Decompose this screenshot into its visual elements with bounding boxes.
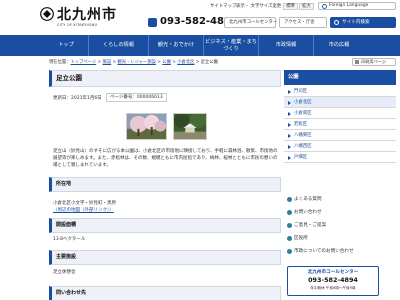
sidebar-item-label[interactable]: 八幡東区 xyxy=(294,133,312,138)
faq-icon xyxy=(287,197,292,202)
question-icon xyxy=(287,249,292,254)
arrow-right-icon xyxy=(288,134,291,138)
nav-city-info[interactable]: 市政情報 xyxy=(259,35,314,56)
area-text: 13.8ヘクタール xyxy=(53,237,86,242)
page-title: 足立公園 xyxy=(49,70,281,87)
updated-date: 更新日：2021年1月6日 xyxy=(53,96,102,101)
print-label: 印刷用ページ xyxy=(361,59,387,64)
arrow-right-icon xyxy=(288,90,291,94)
callcenter-title: 北九州市コールセンター xyxy=(307,270,359,275)
site-logo[interactable]: 北九州市 CITY OF KITAKYUSHU xyxy=(40,3,120,31)
sidebar-item-yahatahigashi[interactable]: 八幡東区 xyxy=(284,130,396,141)
font-size-label: 表示・ 文字サイズ変更 xyxy=(236,4,282,9)
logo-title: 北九州市 xyxy=(57,7,117,23)
breadcrumb-current: 足立公園 xyxy=(200,60,218,65)
park-description: 足立山（妙見山）のすそに広がる本公園は、小倉北区の市街地に隣接しており、手軽に森… xyxy=(53,149,278,169)
section-heading-area: 開設面積 xyxy=(49,218,281,233)
feedback-link[interactable]: ご意見・ご提案 xyxy=(284,220,396,232)
arrow-right-icon xyxy=(288,123,291,127)
breadcrumb-prefix: 現在位置： xyxy=(49,60,71,65)
mail-icon xyxy=(287,210,292,215)
city-emblem-icon xyxy=(40,7,54,21)
sitemap-link[interactable]: サイトマップ xyxy=(210,3,236,10)
inquiry-link[interactable]: お問い合わせ xyxy=(284,207,396,219)
nav-pr[interactable]: 市の広報 xyxy=(314,35,364,56)
nav-living[interactable]: くらしの情報 xyxy=(89,35,149,56)
breadcrumb-item[interactable]: 小倉北区 xyxy=(177,60,194,65)
map-link[interactable]: （周辺の地図（外部リンク）） xyxy=(53,207,114,213)
sidebar-item-tobata[interactable]: 戸畑区 xyxy=(284,152,396,163)
search-icon xyxy=(334,20,339,25)
sidebar-item-label[interactable]: 若松区 xyxy=(294,122,307,127)
arrow-right-icon xyxy=(288,112,291,116)
faq-link[interactable]: よくある質問 xyxy=(284,194,396,206)
foreign-language-label: Foreign Language xyxy=(329,3,369,8)
sidebar: 公園 門司区 小倉北区 小倉南区 若松区 八幡東区 八幡西区 戸畑区 よくある質… xyxy=(284,70,396,300)
print-button[interactable]: 印刷用ページ xyxy=(352,58,396,66)
section-heading-location: 所在地 xyxy=(49,177,281,192)
sidebar-item-label[interactable]: 小倉北区 xyxy=(294,100,312,105)
printer-icon xyxy=(355,60,359,64)
globe-icon xyxy=(322,4,327,9)
breadcrumb-item[interactable]: 公園 xyxy=(162,60,171,65)
building-icon xyxy=(287,236,292,241)
section-heading-facilities: 主要施設 xyxy=(49,250,281,265)
arrow-right-icon xyxy=(288,101,291,105)
sidebar-item-moji[interactable]: 門司区 xyxy=(284,86,396,97)
location-text: 小倉北区小文字・妙見町・黒原 xyxy=(53,201,116,206)
ward-office-link[interactable]: 区役所 xyxy=(284,233,396,245)
sidebar-item-yahatanishi[interactable]: 八幡西区 xyxy=(284,141,396,152)
site-search-label: サイト内検索 xyxy=(342,20,370,25)
breadcrumb-item[interactable]: トップページ xyxy=(70,60,96,65)
sidebar-item-label[interactable]: 小倉南区 xyxy=(294,111,312,116)
park-photo-cherry-blossoms xyxy=(126,113,167,140)
feedback-icon xyxy=(287,223,292,228)
access-button[interactable]: アクセス・庁舎 xyxy=(279,17,327,28)
facilities-text: 足立休憩舎 xyxy=(53,270,76,275)
breadcrumb-item[interactable]: 観光・レジャー施設 xyxy=(117,60,155,65)
sidebar-item-wakamatsu[interactable]: 若松区 xyxy=(284,119,396,130)
main-content: 足立公園 更新日：2021年1月6日 ページ番号：000006613 足立山（妙… xyxy=(49,70,281,300)
sidebar-item-label[interactable]: 八幡西区 xyxy=(294,144,312,149)
site-search-button[interactable]: サイト内検索 xyxy=(330,17,396,28)
breadcrumb-item[interactable]: 施設 xyxy=(103,60,112,65)
feedback-label: ご意見・ご提案 xyxy=(294,223,327,228)
ward-office-label: 区役所 xyxy=(294,236,308,241)
callcenter-hours: 年中無休 午前8時〜午後9時 xyxy=(310,286,356,290)
font-size-standard-button[interactable]: 標準 xyxy=(283,3,298,10)
sidebar-item-label[interactable]: 戸畑区 xyxy=(294,155,307,160)
callcenter-button[interactable]: 北九州市コールセンター xyxy=(224,17,277,28)
site-header: 北九州市 CITY OF KITAKYUSHU サイトマップ 表示・ 文字サイズ… xyxy=(0,0,400,34)
breadcrumb: 現在位置：トップページ > 施設 > 観光・レジャー施設 > 公園 > 小倉北区… xyxy=(49,60,218,65)
nav-top[interactable]: トップ xyxy=(44,35,89,56)
arrow-right-icon xyxy=(288,145,291,149)
sidebar-item-kokuraminami[interactable]: 小倉南区 xyxy=(284,108,396,119)
sidebar-item-label[interactable]: 門司区 xyxy=(294,89,307,94)
inquiry-label: お問い合わせ xyxy=(294,210,322,215)
logo-subtitle: CITY OF KITAKYUSHU xyxy=(57,23,98,27)
page-number: ページ番号：000006613 xyxy=(106,93,167,102)
city-inquiry-link[interactable]: 市政についてのお問い合わせ xyxy=(284,246,396,258)
arrow-right-icon xyxy=(288,156,291,160)
foreign-language-button[interactable]: Foreign Language xyxy=(318,2,396,10)
global-nav: トップ くらしの情報 観光・おでかけ ビジネス・産業・まちづくり 市政情報 市の… xyxy=(0,35,400,56)
callcenter-phone: 093-582-4894 xyxy=(308,276,358,284)
city-inquiry-label: 市政についてのお問い合わせ xyxy=(294,249,354,254)
phone-icon xyxy=(148,18,157,27)
section-heading-contact: 問い合わせ先 xyxy=(49,286,281,300)
faq-label: よくある質問 xyxy=(294,197,322,202)
font-size-large-button[interactable]: 拡大 xyxy=(299,3,314,10)
callcenter-box[interactable]: 北九州市コールセンター 093-582-4894 年中無休 午前8時〜午後9時 xyxy=(287,266,379,296)
sidebar-item-kokurakita[interactable]: 小倉北区 xyxy=(284,97,396,108)
park-photo-rest-house xyxy=(173,113,207,140)
sidebar-heading: 公園 xyxy=(284,70,396,85)
nav-tourism[interactable]: 観光・おでかけ xyxy=(149,35,204,56)
nav-business[interactable]: ビジネス・産業・まちづくり xyxy=(204,35,259,56)
